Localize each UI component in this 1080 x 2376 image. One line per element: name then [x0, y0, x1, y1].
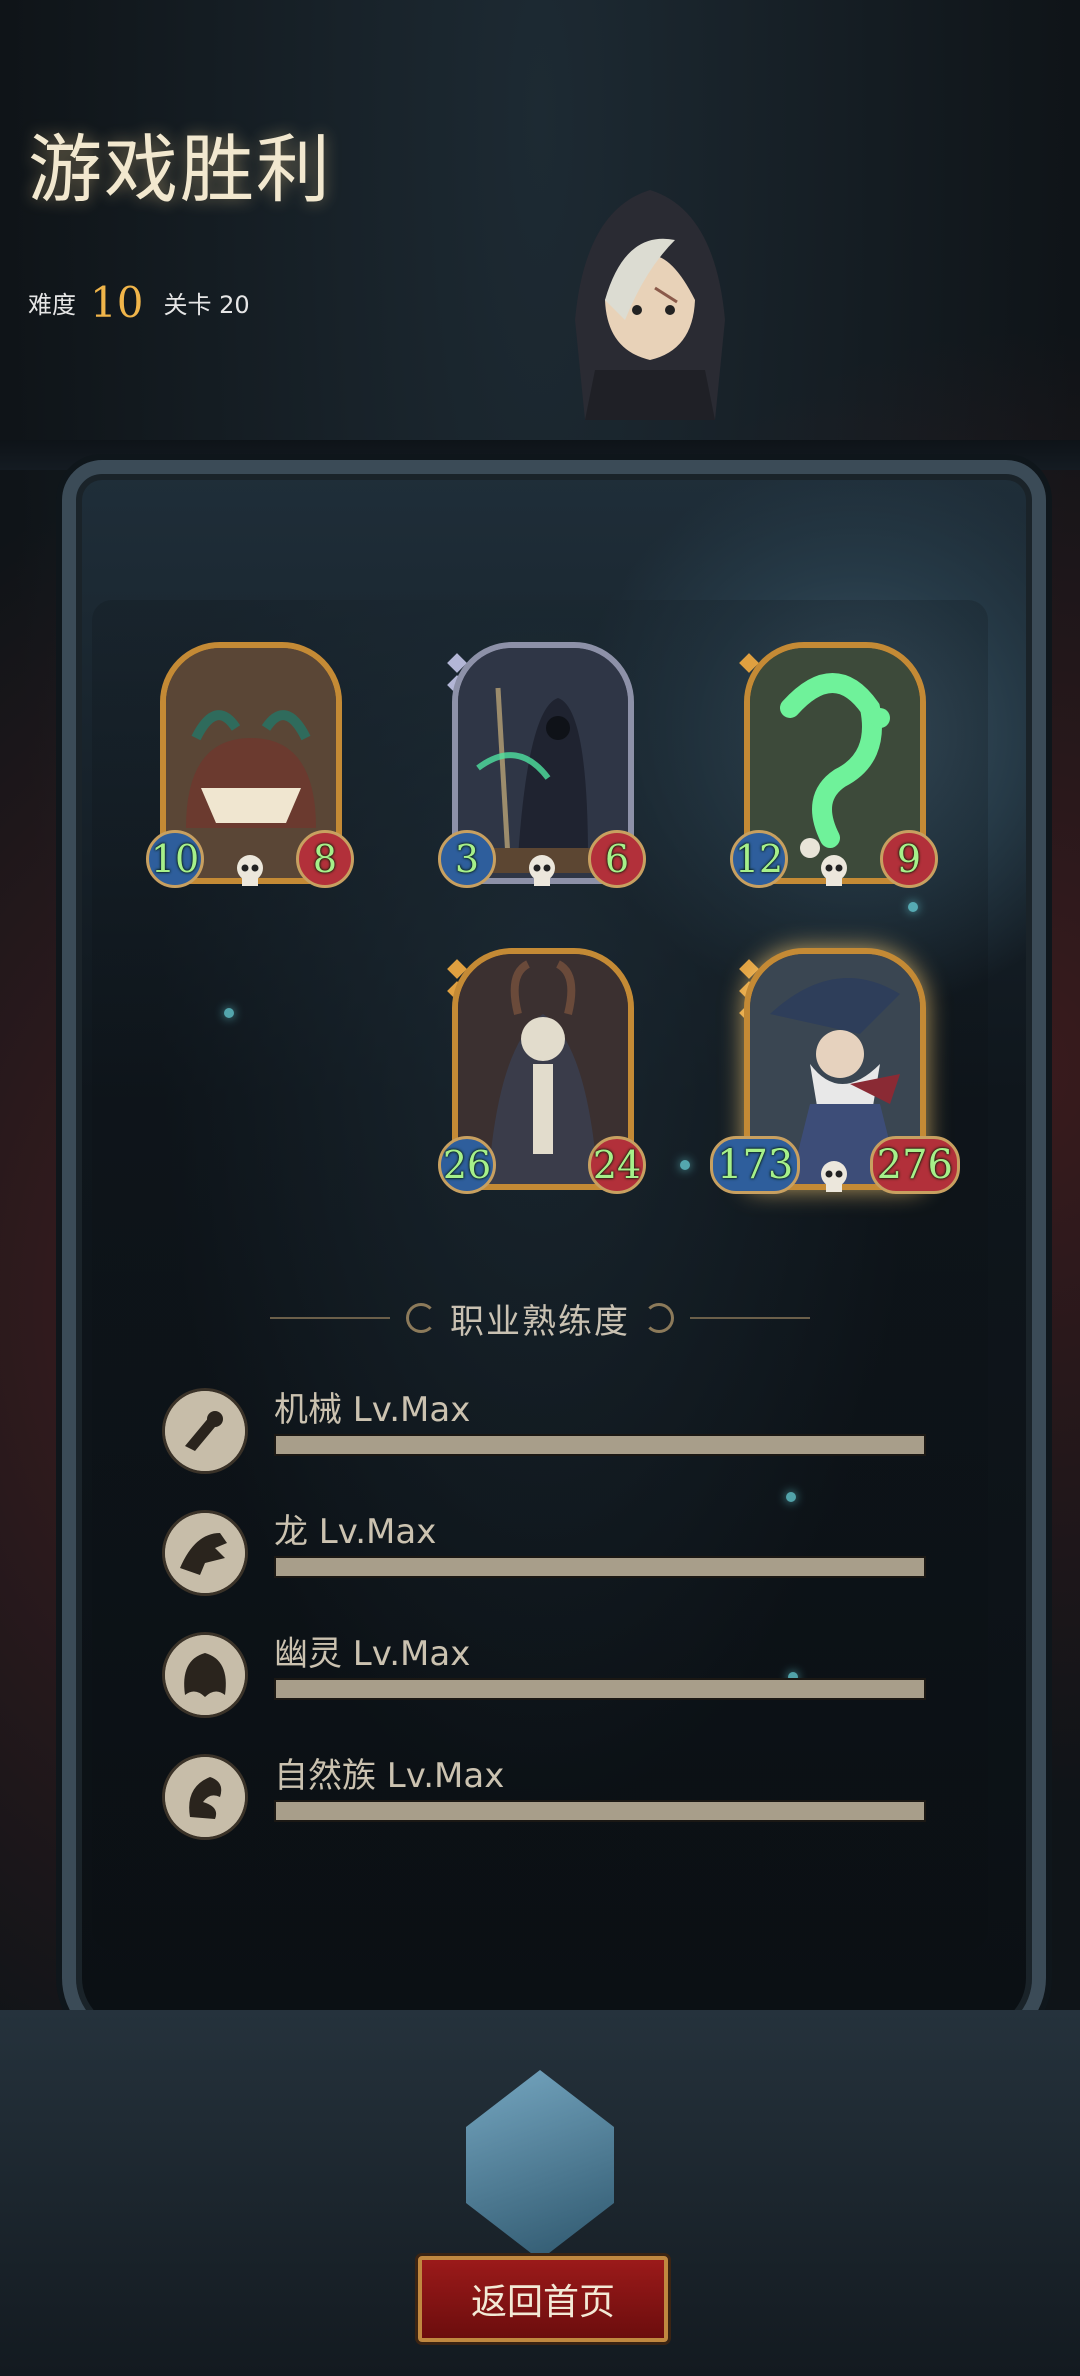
mastery-title: 职业熟练度 — [450, 1301, 630, 1342]
attack-stat: 3 — [438, 830, 496, 888]
health-stat: 9 — [880, 830, 938, 888]
mastery-progress-fill — [276, 1436, 924, 1454]
attack-stat: 26 — [438, 1136, 496, 1194]
divider-line — [270, 1317, 390, 1319]
level-info: 难度 10 关卡 20 — [28, 272, 250, 332]
mastery-section-title: 职业熟练度 — [0, 1295, 1080, 1342]
mastery-label: 幽灵 Lv.Max — [274, 1634, 471, 1674]
mastery-row-ghost: 幽灵 Lv.Max — [162, 1626, 926, 1718]
difficulty-label: 难度 — [28, 290, 76, 319]
mech-icon — [162, 1388, 248, 1474]
swirl-ornament-icon — [644, 1303, 674, 1333]
difficulty-value: 10 — [90, 277, 144, 327]
mastery-progress-fill — [276, 1802, 924, 1820]
mastery-label: 龙 Lv.Max — [274, 1512, 437, 1552]
health-stat: 276 — [869, 1136, 960, 1194]
health-stat: 8 — [296, 830, 354, 888]
hero-portrait — [575, 190, 725, 420]
health-stat: 24 — [588, 1136, 646, 1194]
mastery-progress-bar — [274, 1678, 926, 1700]
attack-stat: 12 — [730, 830, 788, 888]
mastery-row-mech: 机械 Lv.Max — [162, 1382, 926, 1474]
monster-card-2[interactable]: 3 6 — [438, 642, 646, 888]
swirl-ornament-icon — [406, 1303, 436, 1333]
mastery-label: 机械 Lv.Max — [274, 1390, 471, 1430]
nature-icon — [162, 1754, 248, 1840]
mastery-row-nature: 自然族 Lv.Max — [162, 1748, 926, 1840]
monster-card-1[interactable]: 10 8 — [146, 642, 354, 888]
skull-icon — [821, 855, 847, 886]
mastery-label: 自然族 Lv.Max — [274, 1756, 505, 1796]
page-title: 游戏胜利 — [28, 127, 332, 213]
spark-dot — [786, 1492, 796, 1502]
skull-icon — [529, 855, 555, 886]
attack-stat: 10 — [146, 830, 204, 888]
skull-icon — [237, 855, 263, 886]
attack-stat: 173 — [710, 1136, 801, 1194]
mastery-progress-bar — [274, 1556, 926, 1578]
mastery-progress-fill — [276, 1680, 924, 1698]
spark-dot — [224, 1008, 234, 1018]
skull-icon — [821, 1161, 847, 1192]
mastery-row-dragon: 龙 Lv.Max — [162, 1504, 926, 1596]
health-stat: 6 — [588, 830, 646, 888]
mastery-progress-fill — [276, 1558, 924, 1576]
dragon-icon — [162, 1510, 248, 1596]
spark-dot — [908, 902, 918, 912]
divider-line — [690, 1317, 810, 1319]
spark-dot — [680, 1160, 690, 1170]
monster-card-3[interactable]: 12 9 — [730, 642, 938, 888]
return-home-button[interactable]: 返回首页 — [418, 2256, 668, 2342]
ghost-icon — [162, 1632, 248, 1718]
mastery-progress-bar — [274, 1800, 926, 1822]
monster-card-4[interactable]: 26 24 — [438, 948, 646, 1194]
mastery-progress-bar — [274, 1434, 926, 1456]
level-label: 关卡 20 — [163, 290, 250, 319]
monster-card-5[interactable]: 173 276 — [710, 948, 960, 1194]
